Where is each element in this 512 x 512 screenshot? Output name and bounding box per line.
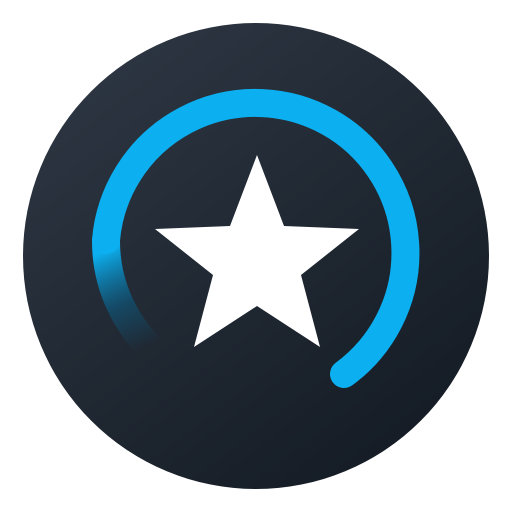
star-progress-ring-icon (23, 23, 489, 489)
app-icon (0, 0, 512, 512)
